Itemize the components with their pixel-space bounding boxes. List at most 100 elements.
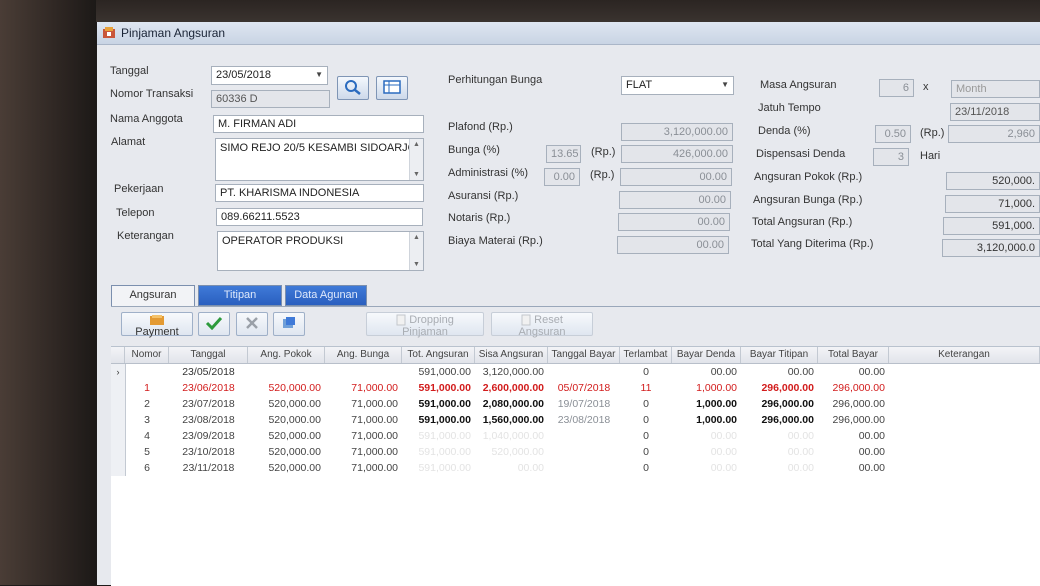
row-indicator bbox=[111, 444, 126, 460]
angsuran-bunga-label: Angsuran Bunga (Rp.) bbox=[753, 194, 863, 206]
grid-cell-nomor: 4 bbox=[144, 430, 150, 442]
bunga-label: Bunga (%) bbox=[448, 144, 500, 156]
masa-unit-select[interactable]: Month bbox=[951, 80, 1040, 98]
perhitungan-bunga-select[interactable]: FLAT ▼ bbox=[621, 76, 734, 95]
pekerjaan-field[interactable]: PT. KHARISMA INDONESIA bbox=[215, 184, 424, 202]
grid-cell-keterangan bbox=[889, 396, 1040, 412]
grid-header-tanggal-bayar[interactable]: Tanggal Bayar bbox=[548, 347, 620, 363]
grid-cell-sisa-angsuran: 00.00 bbox=[517, 462, 544, 474]
grid-cell-tot-angsuran: 591,000.00 bbox=[418, 366, 471, 378]
grid-cell-bayar-titipan: 296,000.00 bbox=[761, 414, 814, 426]
app-window: Pinjaman Angsuran Tanggal 23/05/2018 ▼ N… bbox=[97, 22, 1040, 586]
dispensasi-denda-field[interactable]: 3 bbox=[873, 148, 909, 166]
grid-cell-keterangan bbox=[889, 428, 1040, 444]
tab-angsuran[interactable]: Angsuran bbox=[111, 285, 195, 307]
bunga-percent-field[interactable]: 13.65 bbox=[546, 145, 581, 163]
table-row[interactable]: 6 23/11/2018 520,000.00 71,000.00 591,000.00… bbox=[111, 460, 1040, 476]
denda-percent-field[interactable]: 0.50 bbox=[875, 125, 911, 143]
save-button[interactable] bbox=[198, 312, 230, 336]
grid-cell-tanggal: 23/05/2018 bbox=[182, 366, 235, 378]
table-row[interactable]: › 23/05/2018 591,000.00 3,120,000.00 0 00.00 0… bbox=[111, 364, 1040, 380]
alamat-textarea[interactable]: SIMO REJO 20/5 KESAMBI SIDOARJO ▲ ▼ bbox=[215, 138, 424, 181]
grid-cell-keterangan bbox=[889, 460, 1040, 476]
total-angsuran-field[interactable]: 591,000. bbox=[943, 217, 1040, 235]
pekerjaan-label: Pekerjaan bbox=[114, 183, 164, 195]
scrollbar[interactable]: ▲ ▼ bbox=[409, 232, 423, 270]
angsuran-pokok-field[interactable]: 520,000. bbox=[946, 172, 1040, 190]
grid-cell-sisa-angsuran: 2,600,000.00 bbox=[482, 382, 544, 394]
grid-cell-tanggal: 23/11/2018 bbox=[182, 462, 235, 474]
refresh-button[interactable] bbox=[273, 312, 305, 336]
dropping-pinjaman-button[interactable]: Dropping Pinjaman bbox=[366, 312, 484, 338]
grid-header-nomor[interactable]: Nomor bbox=[125, 347, 169, 363]
grid-header-total-bayar[interactable]: Total Bayar bbox=[818, 347, 889, 363]
grid-cell-total-bayar: 296,000.00 bbox=[832, 382, 885, 394]
grid-cell-tot-angsuran: 591,000.00 bbox=[418, 398, 471, 410]
bunga-rp-field[interactable]: 426,000.00 bbox=[621, 145, 733, 163]
grid-cell-terlambat: 0 bbox=[643, 398, 649, 410]
grid-cell-total-bayar: 296,000.00 bbox=[832, 398, 885, 410]
row-indicator bbox=[111, 412, 126, 428]
plafond-field[interactable]: 3,120,000.00 bbox=[621, 123, 733, 141]
total-angsuran-label: Total Angsuran (Rp.) bbox=[752, 216, 853, 228]
payment-label: Payment bbox=[135, 326, 179, 338]
asuransi-field[interactable]: 00.00 bbox=[619, 191, 731, 209]
tanggal-datepicker[interactable]: 23/05/2018 ▼ bbox=[211, 66, 328, 85]
tab-titipan[interactable]: Titipan bbox=[198, 285, 282, 306]
administrasi-rp-field[interactable]: 00.00 bbox=[620, 168, 732, 186]
grid-cell-tot-angsuran: 591,000.00 bbox=[418, 382, 471, 394]
times-label: x bbox=[923, 81, 929, 93]
table-row[interactable]: 4 23/09/2018 520,000.00 71,000.00 591,000.00… bbox=[111, 428, 1040, 444]
denda-rp-field[interactable]: 2,960 bbox=[948, 125, 1040, 143]
grid-header-bayar-denda[interactable]: Bayar Denda bbox=[672, 347, 741, 363]
grid-header-terlambat[interactable]: Terlambat bbox=[620, 347, 672, 363]
table-row[interactable]: 5 23/10/2018 520,000.00 71,000.00 591,000.00… bbox=[111, 444, 1040, 460]
browse-button[interactable] bbox=[376, 76, 408, 100]
table-row[interactable]: 1 23/06/2018 520,000.00 71,000.00 591,000.00… bbox=[111, 380, 1040, 396]
grid-cell-total-bayar: 00.00 bbox=[858, 462, 885, 474]
grid-header-ang-pokok[interactable]: Ang. Pokok bbox=[248, 347, 325, 363]
table-row[interactable]: 3 23/08/2018 520,000.00 71,000.00 591,000.00… bbox=[111, 412, 1040, 428]
monitor-bezel-top bbox=[0, 0, 1040, 22]
reset-angsuran-button[interactable]: Reset Angsuran bbox=[491, 312, 593, 338]
grid-cell-ang-pokok: 520,000.00 bbox=[268, 462, 321, 474]
administrasi-percent-field[interactable]: 0.00 bbox=[544, 168, 580, 186]
grid-header-ang-bunga[interactable]: Ang. Bunga bbox=[325, 347, 402, 363]
angsuran-bunga-field[interactable]: 71,000. bbox=[945, 195, 1040, 213]
angsuran-grid[interactable]: Nomor Tanggal Ang. Pokok Ang. Bunga Tot. Ang… bbox=[111, 346, 1040, 586]
search-button[interactable] bbox=[337, 76, 369, 100]
grid-cell-terlambat: 11 bbox=[640, 382, 652, 394]
biaya-materai-field[interactable]: 00.00 bbox=[617, 236, 729, 254]
bunga-rp-label: (Rp.) bbox=[591, 146, 616, 158]
grid-cell-ang-bunga: 71,000.00 bbox=[351, 430, 398, 442]
close-icon bbox=[246, 316, 258, 329]
grid-cell-ang-bunga: 71,000.00 bbox=[351, 382, 398, 394]
telepon-field[interactable]: 089.66211.5523 bbox=[216, 208, 423, 226]
grid-header-tanggal[interactable]: Tanggal bbox=[169, 347, 248, 363]
grid-header-keterangan[interactable]: Keterangan bbox=[889, 347, 1040, 363]
nomor-transaksi-field[interactable]: 60336 D bbox=[211, 90, 330, 108]
total-diterima-field[interactable]: 3,120,000.0 bbox=[942, 239, 1040, 257]
row-indicator bbox=[111, 460, 126, 476]
jatuh-tempo-field[interactable]: 23/11/2018 bbox=[950, 103, 1040, 121]
grid-header-sisa-angsuran[interactable]: Sisa Angsuran bbox=[475, 347, 548, 363]
payment-button[interactable]: Payment bbox=[121, 312, 193, 338]
keterangan-textarea[interactable]: OPERATOR PRODUKSI ▲ ▼ bbox=[217, 231, 424, 271]
grid-cell-total-bayar: 00.00 bbox=[858, 446, 885, 458]
notaris-field[interactable]: 00.00 bbox=[618, 213, 730, 231]
grid-header-bayar-titipan[interactable]: Bayar Titipan bbox=[741, 347, 818, 363]
row-pointer-icon: › bbox=[111, 364, 126, 380]
table-row[interactable]: 2 23/07/2018 520,000.00 71,000.00 591,000.00… bbox=[111, 396, 1040, 412]
nama-anggota-field[interactable]: M. FIRMAN ADI bbox=[213, 115, 424, 133]
tab-data-agunan[interactable]: Data Agunan bbox=[285, 285, 367, 306]
grid-cell-nomor: 5 bbox=[144, 446, 150, 458]
cancel-button[interactable] bbox=[236, 312, 268, 336]
window-title: Pinjaman Angsuran bbox=[121, 26, 226, 40]
grid-cell-ang-pokok: 520,000.00 bbox=[268, 430, 321, 442]
grid-cell-keterangan bbox=[889, 380, 1040, 396]
title-bar: Pinjaman Angsuran bbox=[97, 22, 1040, 45]
grid-header-tot-angsuran[interactable]: Tot. Angsuran bbox=[402, 347, 475, 363]
scrollbar[interactable]: ▲ ▼ bbox=[409, 139, 423, 180]
masa-angsuran-field[interactable]: 6 bbox=[879, 79, 914, 97]
monitor-bezel-left bbox=[0, 0, 96, 585]
